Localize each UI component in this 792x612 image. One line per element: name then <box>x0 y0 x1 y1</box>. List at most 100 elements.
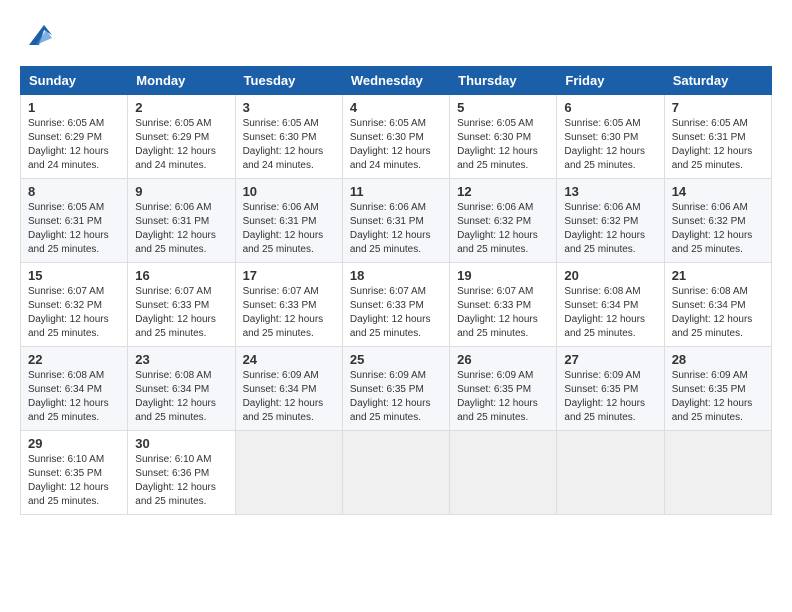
day-number: 8 <box>28 184 120 199</box>
day-info: Sunrise: 6:08 AM Sunset: 6:34 PM Dayligh… <box>135 369 227 425</box>
day-number: 16 <box>135 268 227 283</box>
day-info: Sunrise: 6:05 AM Sunset: 6:31 PM Dayligh… <box>28 201 120 257</box>
day-number: 18 <box>350 268 442 283</box>
calendar-cell: 15 Sunrise: 6:07 AM Sunset: 6:32 PM Dayl… <box>21 263 128 347</box>
calendar-cell: 16 Sunrise: 6:07 AM Sunset: 6:33 PM Dayl… <box>128 263 235 347</box>
day-info: Sunrise: 6:07 AM Sunset: 6:33 PM Dayligh… <box>350 285 442 341</box>
day-info: Sunrise: 6:09 AM Sunset: 6:35 PM Dayligh… <box>350 369 442 425</box>
calendar-cell: 25 Sunrise: 6:09 AM Sunset: 6:35 PM Dayl… <box>342 347 449 431</box>
day-number: 1 <box>28 100 120 115</box>
calendar-cell: 3 Sunrise: 6:05 AM Sunset: 6:30 PM Dayli… <box>235 95 342 179</box>
day-info: Sunrise: 6:07 AM Sunset: 6:32 PM Dayligh… <box>28 285 120 341</box>
calendar-table: SundayMondayTuesdayWednesdayThursdayFrid… <box>20 66 772 515</box>
calendar-cell: 21 Sunrise: 6:08 AM Sunset: 6:34 PM Dayl… <box>664 263 771 347</box>
day-number: 2 <box>135 100 227 115</box>
day-number: 17 <box>243 268 335 283</box>
calendar-cell <box>664 431 771 515</box>
day-info: Sunrise: 6:06 AM Sunset: 6:32 PM Dayligh… <box>564 201 656 257</box>
day-number: 5 <box>457 100 549 115</box>
day-info: Sunrise: 6:05 AM Sunset: 6:30 PM Dayligh… <box>350 117 442 173</box>
weekday-header-sunday: Sunday <box>21 67 128 95</box>
day-number: 28 <box>672 352 764 367</box>
calendar-cell: 7 Sunrise: 6:05 AM Sunset: 6:31 PM Dayli… <box>664 95 771 179</box>
day-info: Sunrise: 6:07 AM Sunset: 6:33 PM Dayligh… <box>457 285 549 341</box>
calendar-cell: 20 Sunrise: 6:08 AM Sunset: 6:34 PM Dayl… <box>557 263 664 347</box>
calendar-cell: 13 Sunrise: 6:06 AM Sunset: 6:32 PM Dayl… <box>557 179 664 263</box>
calendar-cell: 30 Sunrise: 6:10 AM Sunset: 6:36 PM Dayl… <box>128 431 235 515</box>
day-info: Sunrise: 6:05 AM Sunset: 6:30 PM Dayligh… <box>243 117 335 173</box>
day-info: Sunrise: 6:10 AM Sunset: 6:36 PM Dayligh… <box>135 453 227 509</box>
day-info: Sunrise: 6:10 AM Sunset: 6:35 PM Dayligh… <box>28 453 120 509</box>
day-number: 9 <box>135 184 227 199</box>
calendar-cell: 12 Sunrise: 6:06 AM Sunset: 6:32 PM Dayl… <box>450 179 557 263</box>
weekday-header-saturday: Saturday <box>664 67 771 95</box>
day-info: Sunrise: 6:07 AM Sunset: 6:33 PM Dayligh… <box>243 285 335 341</box>
day-number: 24 <box>243 352 335 367</box>
weekday-header-tuesday: Tuesday <box>235 67 342 95</box>
day-number: 7 <box>672 100 764 115</box>
calendar-cell <box>342 431 449 515</box>
day-info: Sunrise: 6:09 AM Sunset: 6:35 PM Dayligh… <box>457 369 549 425</box>
weekday-header-monday: Monday <box>128 67 235 95</box>
day-info: Sunrise: 6:06 AM Sunset: 6:32 PM Dayligh… <box>672 201 764 257</box>
calendar-cell: 4 Sunrise: 6:05 AM Sunset: 6:30 PM Dayli… <box>342 95 449 179</box>
calendar-cell: 17 Sunrise: 6:07 AM Sunset: 6:33 PM Dayl… <box>235 263 342 347</box>
day-number: 29 <box>28 436 120 451</box>
day-number: 3 <box>243 100 335 115</box>
day-info: Sunrise: 6:09 AM Sunset: 6:34 PM Dayligh… <box>243 369 335 425</box>
day-info: Sunrise: 6:08 AM Sunset: 6:34 PM Dayligh… <box>672 285 764 341</box>
weekday-header-wednesday: Wednesday <box>342 67 449 95</box>
page-header <box>20 20 772 50</box>
calendar-cell: 1 Sunrise: 6:05 AM Sunset: 6:29 PM Dayli… <box>21 95 128 179</box>
weekday-header-row: SundayMondayTuesdayWednesdayThursdayFrid… <box>21 67 772 95</box>
day-info: Sunrise: 6:06 AM Sunset: 6:32 PM Dayligh… <box>457 201 549 257</box>
calendar-cell: 22 Sunrise: 6:08 AM Sunset: 6:34 PM Dayl… <box>21 347 128 431</box>
week-row-2: 8 Sunrise: 6:05 AM Sunset: 6:31 PM Dayli… <box>21 179 772 263</box>
day-info: Sunrise: 6:06 AM Sunset: 6:31 PM Dayligh… <box>135 201 227 257</box>
day-info: Sunrise: 6:09 AM Sunset: 6:35 PM Dayligh… <box>564 369 656 425</box>
day-number: 15 <box>28 268 120 283</box>
calendar-cell <box>450 431 557 515</box>
week-row-1: 1 Sunrise: 6:05 AM Sunset: 6:29 PM Dayli… <box>21 95 772 179</box>
day-number: 11 <box>350 184 442 199</box>
calendar-cell: 18 Sunrise: 6:07 AM Sunset: 6:33 PM Dayl… <box>342 263 449 347</box>
weekday-header-friday: Friday <box>557 67 664 95</box>
day-info: Sunrise: 6:05 AM Sunset: 6:29 PM Dayligh… <box>28 117 120 173</box>
day-number: 6 <box>564 100 656 115</box>
calendar-cell: 9 Sunrise: 6:06 AM Sunset: 6:31 PM Dayli… <box>128 179 235 263</box>
calendar-cell: 23 Sunrise: 6:08 AM Sunset: 6:34 PM Dayl… <box>128 347 235 431</box>
day-info: Sunrise: 6:05 AM Sunset: 6:31 PM Dayligh… <box>672 117 764 173</box>
calendar-cell: 19 Sunrise: 6:07 AM Sunset: 6:33 PM Dayl… <box>450 263 557 347</box>
calendar-cell: 26 Sunrise: 6:09 AM Sunset: 6:35 PM Dayl… <box>450 347 557 431</box>
calendar-cell: 10 Sunrise: 6:06 AM Sunset: 6:31 PM Dayl… <box>235 179 342 263</box>
day-number: 23 <box>135 352 227 367</box>
calendar-cell: 27 Sunrise: 6:09 AM Sunset: 6:35 PM Dayl… <box>557 347 664 431</box>
calendar-cell <box>557 431 664 515</box>
day-info: Sunrise: 6:06 AM Sunset: 6:31 PM Dayligh… <box>350 201 442 257</box>
day-number: 12 <box>457 184 549 199</box>
day-number: 25 <box>350 352 442 367</box>
day-number: 20 <box>564 268 656 283</box>
calendar-cell: 24 Sunrise: 6:09 AM Sunset: 6:34 PM Dayl… <box>235 347 342 431</box>
weekday-header-thursday: Thursday <box>450 67 557 95</box>
calendar-cell: 8 Sunrise: 6:05 AM Sunset: 6:31 PM Dayli… <box>21 179 128 263</box>
day-info: Sunrise: 6:05 AM Sunset: 6:30 PM Dayligh… <box>564 117 656 173</box>
day-number: 26 <box>457 352 549 367</box>
day-info: Sunrise: 6:05 AM Sunset: 6:30 PM Dayligh… <box>457 117 549 173</box>
day-info: Sunrise: 6:06 AM Sunset: 6:31 PM Dayligh… <box>243 201 335 257</box>
day-info: Sunrise: 6:09 AM Sunset: 6:35 PM Dayligh… <box>672 369 764 425</box>
calendar-cell: 5 Sunrise: 6:05 AM Sunset: 6:30 PM Dayli… <box>450 95 557 179</box>
calendar-cell: 6 Sunrise: 6:05 AM Sunset: 6:30 PM Dayli… <box>557 95 664 179</box>
calendar-cell: 28 Sunrise: 6:09 AM Sunset: 6:35 PM Dayl… <box>664 347 771 431</box>
day-number: 13 <box>564 184 656 199</box>
day-number: 4 <box>350 100 442 115</box>
calendar-cell: 14 Sunrise: 6:06 AM Sunset: 6:32 PM Dayl… <box>664 179 771 263</box>
week-row-4: 22 Sunrise: 6:08 AM Sunset: 6:34 PM Dayl… <box>21 347 772 431</box>
day-info: Sunrise: 6:08 AM Sunset: 6:34 PM Dayligh… <box>28 369 120 425</box>
day-info: Sunrise: 6:07 AM Sunset: 6:33 PM Dayligh… <box>135 285 227 341</box>
day-info: Sunrise: 6:08 AM Sunset: 6:34 PM Dayligh… <box>564 285 656 341</box>
day-number: 19 <box>457 268 549 283</box>
day-number: 10 <box>243 184 335 199</box>
day-number: 14 <box>672 184 764 199</box>
day-number: 30 <box>135 436 227 451</box>
